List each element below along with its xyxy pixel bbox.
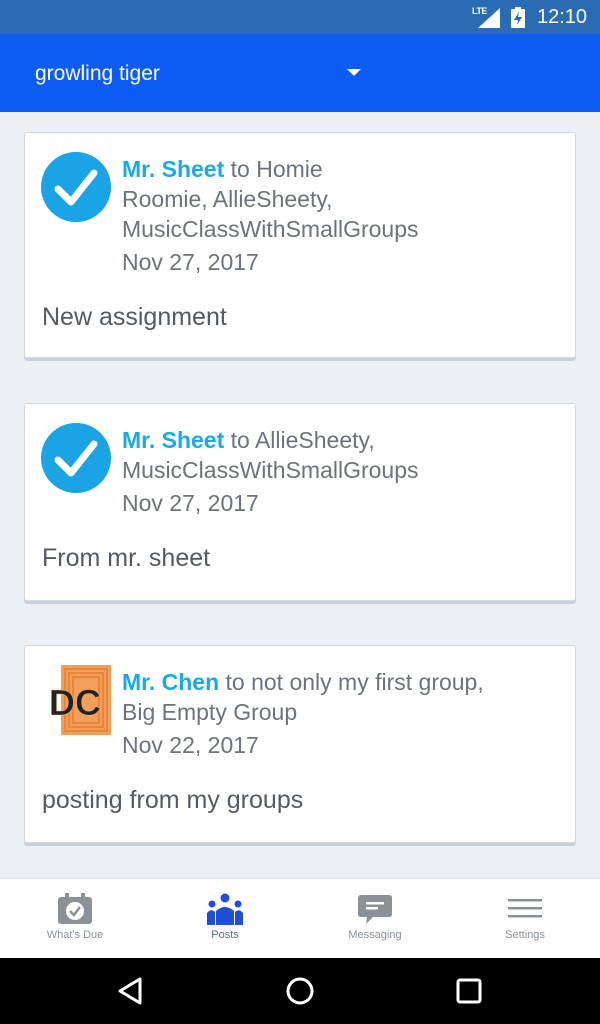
post-author-link[interactable]: Mr. Sheet [122,427,224,453]
post-author-link[interactable]: Mr. Chen [122,669,219,695]
post-author-link[interactable]: Mr. Sheet [122,156,224,182]
post-audience: MusicClassWithSmallGroups [122,457,419,483]
post-audience: to not only my first group, [219,669,484,695]
system-navigation-bar [0,958,600,1024]
post-body: New assignment [42,303,227,331]
post-body: From mr. sheet [42,544,211,572]
dropdown-caret-icon [347,69,361,76]
nav-label: Posts [211,929,239,941]
post-body: posting from my groups [42,786,304,814]
post-date: Nov 27, 2017 [122,490,259,516]
people-icon [207,893,243,925]
nav-tab-whats-due[interactable]: What's Due [0,879,150,959]
calendar-check-icon [58,893,92,924]
post-card[interactable]: Mr. Sheet to AllieSheety, MusicClassWith… [24,403,576,601]
status-clock: 12:10 [537,6,588,28]
bottom-navigation: What's Due Posts Messaging Settings [0,878,600,958]
post-audience: to Homie [224,156,323,182]
post-meta: Mr. Sheet to Homie Roomie, AllieSheety, … [122,154,562,244]
nav-label: What's Due [46,929,104,941]
back-icon[interactable] [112,973,148,1009]
app-bar: growling tiger [0,34,600,112]
nav-label: Messaging [348,929,402,941]
checkmark-avatar-icon [41,423,111,493]
recent-apps-icon[interactable] [451,973,487,1009]
account-dropdown[interactable]: growling tiger [20,48,380,98]
post-date: Nov 27, 2017 [122,249,259,275]
post-card[interactable]: DC Mr. Chen to not only my first group, … [24,645,576,843]
app-bar-title: growling tiger [35,62,160,85]
post-audience: MusicClassWithSmallGroups [122,216,419,242]
status-bar: LTE 12:10 [0,0,600,34]
post-meta: Mr. Chen to not only my first group, Big… [122,667,562,727]
hamburger-menu-icon [508,899,542,918]
battery-charging-icon [511,7,525,28]
post-audience: Big Empty Group [122,699,298,725]
chat-bubble-icon [358,895,392,924]
dc-logo-avatar-icon: DC [41,665,111,735]
post-date: Nov 22, 2017 [122,732,259,758]
post-card[interactable]: Mr. Sheet to Homie Roomie, AllieSheety, … [24,132,576,358]
home-icon[interactable] [282,973,318,1009]
post-audience: Roomie, AllieSheety, [122,186,333,212]
nav-label: Settings [505,929,545,941]
cell-signal-icon [478,8,500,28]
nav-tab-settings[interactable]: Settings [450,879,600,959]
dc-logo-text: DC [49,682,101,723]
checkmark-avatar-icon [41,152,111,222]
post-audience: to AllieSheety, [224,427,375,453]
nav-tab-messaging[interactable]: Messaging [300,879,450,959]
nav-tab-posts[interactable]: Posts [150,879,300,959]
post-meta: Mr. Sheet to AllieSheety, MusicClassWith… [122,425,562,485]
